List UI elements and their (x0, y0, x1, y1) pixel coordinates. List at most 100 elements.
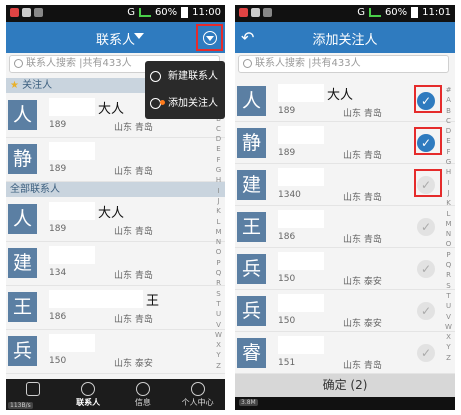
index-letter[interactable]: Z (444, 353, 453, 363)
index-letter[interactable]: P (214, 258, 223, 268)
contact-row[interactable]: 兵 150 山东 泰安 ✓ (235, 248, 455, 290)
avatar: 人 (237, 86, 266, 116)
menu-button[interactable] (196, 24, 223, 51)
contact-row[interactable]: 睿 151 山东 青岛 ✓ (235, 332, 455, 374)
index-letter[interactable]: N (444, 229, 453, 239)
index-letter[interactable]: D (444, 126, 453, 136)
contact-row[interactable]: 人大人 189 山东 青岛 ✓ (235, 80, 455, 122)
unchecked-icon[interactable]: ✓ (417, 344, 435, 362)
contact-row[interactable]: 兵 150 山东 泰安 ✓ (235, 290, 455, 332)
alphabet-index[interactable]: #ABCDEFGHIJKLMNOPQRSTUVWXYZ (444, 85, 453, 363)
index-letter[interactable]: # (444, 85, 453, 95)
index-letter[interactable]: R (214, 278, 223, 288)
index-letter[interactable]: E (214, 144, 223, 154)
contact-row[interactable]: 建 1340 山东 青岛 ✓ (235, 164, 455, 206)
index-letter[interactable]: P (444, 250, 453, 260)
index-letter[interactable]: I (214, 186, 223, 196)
nav-messages[interactable]: 信息 (116, 379, 171, 410)
index-letter[interactable]: X (444, 332, 453, 342)
index-letter[interactable]: C (214, 124, 223, 134)
index-letter[interactable]: F (214, 155, 223, 165)
contact-row[interactable]: 建 134 山东 青岛 (6, 242, 225, 286)
index-letter[interactable]: B (444, 106, 453, 116)
contact-location: 山东 青岛 (343, 151, 382, 161)
index-letter[interactable]: F (444, 147, 453, 157)
contact-phone: 189 (49, 120, 67, 130)
index-letter[interactable]: S (444, 281, 453, 291)
search-input[interactable]: 联系人搜索 |共有433人 (238, 55, 449, 73)
index-letter[interactable]: W (214, 330, 223, 340)
index-letter[interactable]: O (214, 247, 223, 257)
index-letter[interactable]: X (214, 340, 223, 350)
title-bar: 联系人 (6, 22, 225, 53)
index-letter[interactable]: M (214, 227, 223, 237)
index-letter[interactable]: T (214, 299, 223, 309)
battery-percent: 60% (384, 7, 408, 18)
index-letter[interactable]: W (444, 322, 453, 332)
smiley-icon (190, 382, 205, 396)
index-letter[interactable]: C (444, 116, 453, 126)
index-letter[interactable]: R (444, 270, 453, 280)
index-letter[interactable]: E (444, 136, 453, 146)
index-letter[interactable]: Q (444, 260, 453, 270)
contact-phone: 1340 (278, 190, 301, 200)
index-letter[interactable]: H (444, 167, 453, 177)
index-letter[interactable]: T (444, 291, 453, 301)
name-redacted (49, 202, 95, 220)
index-letter[interactable]: Y (214, 350, 223, 360)
contact-row[interactable]: 兵 150 山东 泰安 (6, 330, 225, 374)
avatar: 静 (8, 144, 37, 174)
page-title[interactable]: 联系人 (6, 29, 225, 48)
nav-phone[interactable]: 113B/s (6, 379, 61, 410)
contact-row[interactable]: 人 大人 189 山东 青岛 (6, 198, 225, 242)
contact-location: 山东 青岛 (114, 227, 153, 237)
index-letter[interactable]: G (214, 165, 223, 175)
index-letter[interactable]: G (444, 157, 453, 167)
avatar: 建 (8, 248, 37, 278)
nav-profile[interactable]: 个人中心 (170, 379, 225, 410)
index-letter[interactable]: K (444, 198, 453, 208)
index-letter[interactable]: U (444, 301, 453, 311)
index-letter[interactable]: Y (444, 342, 453, 352)
index-letter[interactable]: L (214, 217, 223, 227)
star-icon: ★ (10, 80, 19, 91)
avatar: 王 (8, 292, 37, 322)
index-letter[interactable]: Q (214, 268, 223, 278)
index-letter[interactable]: D (214, 134, 223, 144)
index-letter[interactable]: J (444, 188, 453, 198)
contact-row[interactable]: 王 186 山东 青岛 ✓ (235, 206, 455, 248)
avatar: 静 (237, 128, 266, 158)
contact-location: 山东 青岛 (343, 361, 382, 371)
new-contact-menu-item[interactable]: 新建联系人 (150, 67, 218, 87)
nav-contacts[interactable]: 联系人 (61, 379, 116, 410)
contact-phone: 189 (49, 164, 67, 174)
unchecked-icon[interactable]: ✓ (417, 260, 435, 278)
contact-phone: 189 (49, 224, 67, 234)
contact-row[interactable]: 王 王 186 山东 青岛 (6, 286, 225, 330)
unchecked-icon[interactable]: ✓ (417, 218, 435, 236)
unchecked-icon[interactable]: ✓ (417, 302, 435, 320)
index-letter[interactable]: H (214, 175, 223, 185)
index-letter[interactable]: V (444, 312, 453, 322)
name-redacted (49, 334, 95, 352)
index-letter[interactable]: M (444, 219, 453, 229)
index-letter[interactable]: J (214, 196, 223, 206)
index-letter[interactable]: A (444, 95, 453, 105)
index-letter[interactable]: N (214, 237, 223, 247)
index-letter[interactable]: Z (214, 361, 223, 371)
chevron-down-icon[interactable] (134, 33, 144, 39)
index-letter[interactable]: L (444, 209, 453, 219)
index-letter[interactable]: S (214, 289, 223, 299)
alphabet-index[interactable]: #ABCDEFGHIJKLMNOPQRSTUVWXYZ (214, 93, 223, 371)
index-letter[interactable]: I (444, 178, 453, 188)
add-favorite-menu-item[interactable]: 添加关注人 (150, 94, 218, 114)
contact-row[interactable]: 静 189 山东 青岛 ✓ (235, 122, 455, 164)
confirm-button[interactable]: 确定 (2) (235, 374, 455, 397)
status-right: G 60% 11:00 (127, 7, 221, 18)
index-letter[interactable]: K (214, 206, 223, 216)
index-letter[interactable]: O (444, 239, 453, 249)
index-letter[interactable]: U (214, 309, 223, 319)
index-letter[interactable]: V (214, 320, 223, 330)
net-speed: 3.8M (239, 399, 258, 406)
contact-row[interactable]: 静 189 山东 青岛 (6, 138, 225, 182)
